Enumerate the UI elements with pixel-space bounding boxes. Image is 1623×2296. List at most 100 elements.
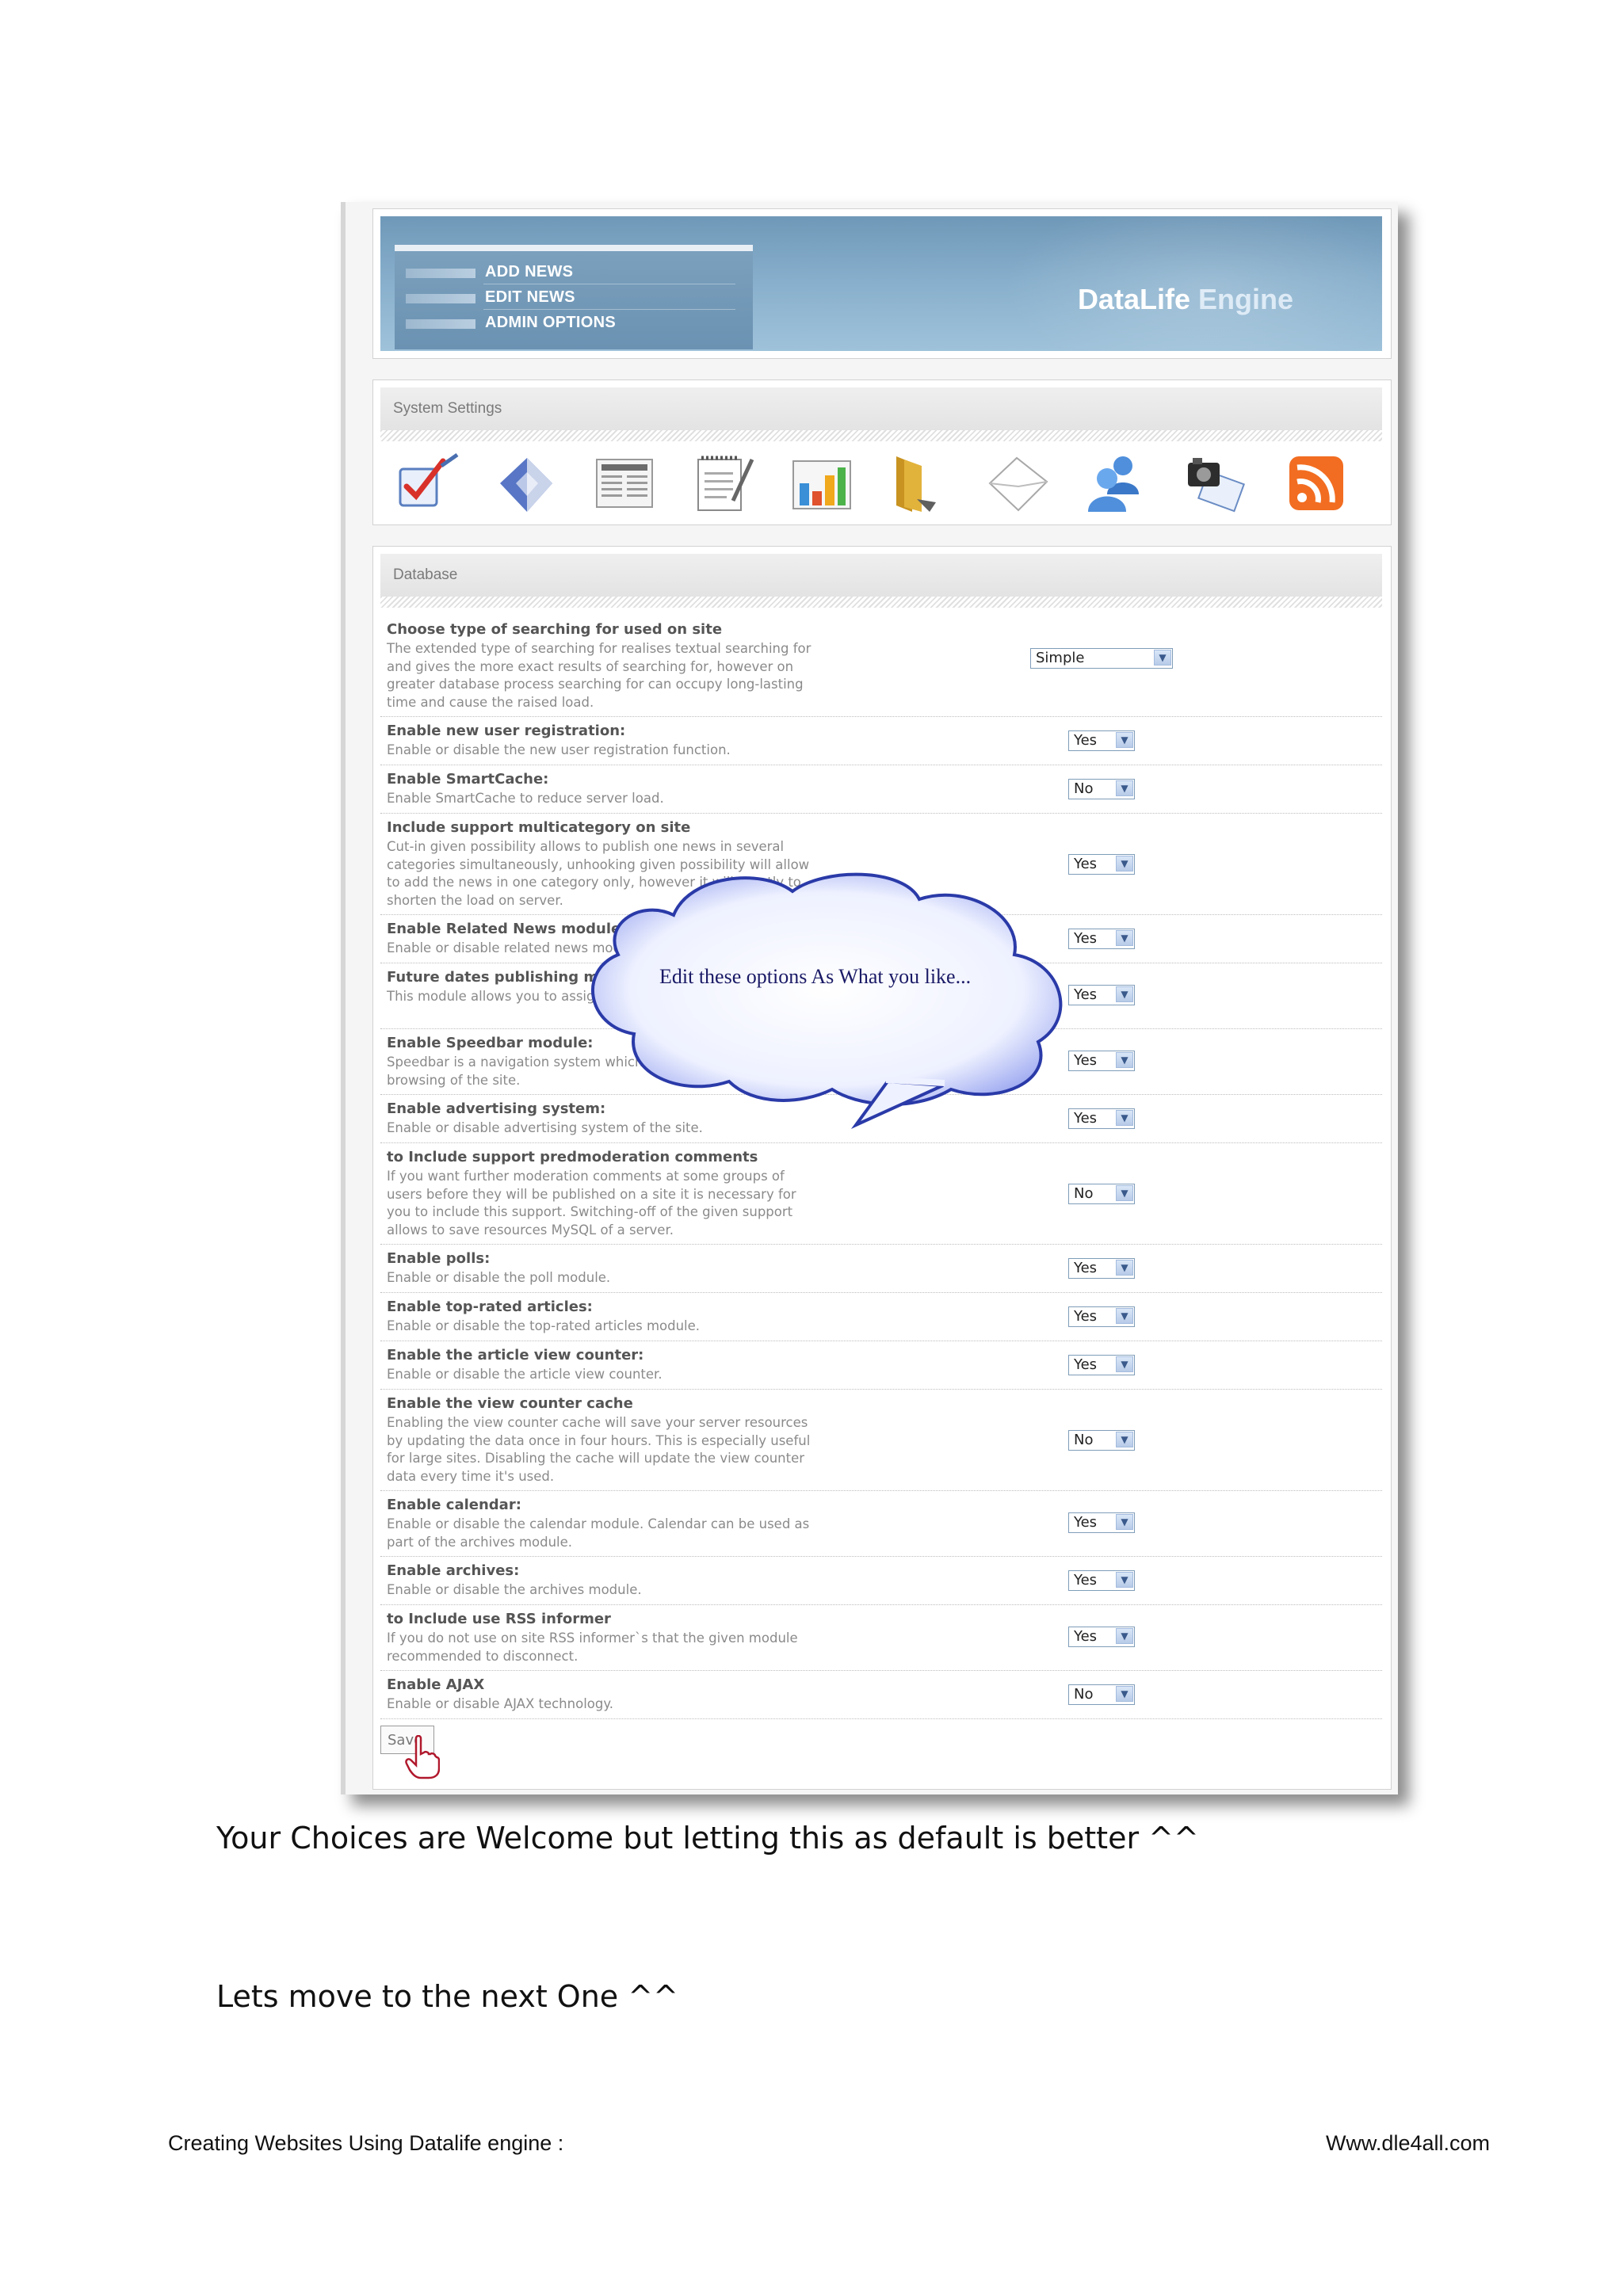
- setting-description: Enable SmartCache to reduce server load.: [387, 791, 664, 806]
- chevron-down-icon[interactable]: ▼: [1116, 1514, 1133, 1530]
- setting-description: Enable or disable the new user registrat…: [387, 742, 731, 757]
- envelope-icon[interactable]: [983, 452, 1052, 515]
- database-panel: Database Choose type of searching for us…: [372, 546, 1392, 1790]
- setting-title: Enable polls:: [387, 1250, 491, 1267]
- nav-label: EDIT NEWS: [485, 288, 575, 306]
- calendar-select[interactable]: Yes ▼: [1068, 1512, 1135, 1533]
- database-header: Database: [380, 554, 1382, 597]
- document-line-1: Your Choices are Welcome but letting thi…: [216, 1821, 1199, 1855]
- setting-title: Enable the view counter cache: [387, 1395, 633, 1412]
- chevron-down-icon[interactable]: ▼: [1116, 1686, 1133, 1702]
- smartcache-select[interactable]: No ▼: [1068, 779, 1135, 799]
- top-rated-select[interactable]: Yes ▼: [1068, 1306, 1135, 1327]
- bar-chart-icon[interactable]: [787, 452, 855, 515]
- brand-logo: DataLife Engine: [1078, 283, 1293, 316]
- setting-description: Enable or disable the article view count…: [387, 1367, 663, 1382]
- ajax-select[interactable]: No ▼: [1068, 1684, 1135, 1705]
- chevron-down-icon[interactable]: ▼: [1116, 1628, 1133, 1644]
- select-value: Yes: [1074, 1356, 1098, 1373]
- system-settings-panel: System Settings: [372, 379, 1392, 525]
- rss-informer-select[interactable]: Yes ▼: [1068, 1627, 1135, 1647]
- chevron-down-icon[interactable]: ▼: [1116, 1308, 1133, 1324]
- setting-row: Enable calendar: Enable or disable the c…: [380, 1492, 1382, 1557]
- setting-description: Enabling the view counter cache will sav…: [387, 1415, 811, 1484]
- setting-title: Enable the article view counter:: [387, 1347, 644, 1363]
- select-value: Yes: [1074, 1514, 1098, 1531]
- brand-part1: DataLife: [1077, 283, 1190, 315]
- newspaper-icon[interactable]: [590, 452, 659, 515]
- setting-row: Enable AJAX Enable or disable AJAX techn…: [380, 1672, 1382, 1719]
- chevron-down-icon[interactable]: ▼: [1116, 1185, 1133, 1201]
- speech-cloud: [590, 872, 1063, 1129]
- chevron-down-icon[interactable]: ▼: [1116, 732, 1133, 748]
- archives-select[interactable]: Yes ▼: [1068, 1570, 1135, 1591]
- setting-description: If you do not use on site RSS informer`s…: [387, 1630, 798, 1664]
- user-registration-select[interactable]: Yes ▼: [1068, 730, 1135, 751]
- select-value: Yes: [1074, 1572, 1098, 1589]
- select-value: Simple: [1036, 650, 1085, 666]
- polls-select[interactable]: Yes ▼: [1068, 1258, 1135, 1279]
- setting-title: Enable calendar:: [387, 1497, 521, 1513]
- view-counter-cache-select[interactable]: No ▼: [1068, 1430, 1135, 1451]
- chevron-down-icon[interactable]: ▼: [1116, 1356, 1133, 1372]
- callout-text: Edit these options As What you like...: [659, 965, 972, 988]
- camera-icon[interactable]: [1180, 452, 1248, 515]
- setting-title: Enable Speedbar module:: [387, 1035, 594, 1051]
- setting-description: Enable or disable the calendar module. C…: [387, 1516, 810, 1550]
- chevron-down-icon[interactable]: ▼: [1116, 1260, 1133, 1276]
- hand-cursor-icon: [405, 1735, 440, 1779]
- chevron-down-icon[interactable]: ▼: [1154, 650, 1171, 666]
- hatch-divider: [380, 430, 1382, 441]
- brand-part2: Engine: [1197, 283, 1293, 315]
- chevron-down-icon[interactable]: ▼: [1116, 856, 1133, 871]
- setting-title: Choose type of searching for used on sit…: [387, 621, 723, 638]
- nav-add-news[interactable]: ADD NEWS: [395, 261, 743, 284]
- setting-title: Enable new user registration:: [387, 723, 626, 739]
- setting-row: Enable top-rated articles: Enable or dis…: [380, 1294, 1382, 1341]
- setting-row: Choose type of searching for used on sit…: [380, 616, 1382, 717]
- view-counter-select[interactable]: Yes ▼: [1068, 1355, 1135, 1375]
- select-value: No: [1074, 1686, 1094, 1703]
- header-panel: ADD NEWS EDIT NEWS ADMIN OPTIONS DataLif…: [372, 208, 1392, 359]
- setting-row: Enable polls: Enable or disable the poll…: [380, 1245, 1382, 1293]
- premoderation-select[interactable]: No ▼: [1068, 1184, 1135, 1204]
- chevron-down-icon[interactable]: ▼: [1116, 1432, 1133, 1447]
- chevron-down-icon[interactable]: ▼: [1116, 986, 1133, 1002]
- setting-description: Enable or disable AJAX technology.: [387, 1696, 614, 1711]
- document-line-2: Lets move to the next One ^^: [216, 1979, 678, 2014]
- shield-icon[interactable]: [492, 452, 560, 515]
- select-value: No: [1074, 1185, 1094, 1202]
- setting-description: Enable or disable the archives module.: [387, 1582, 642, 1597]
- chevron-down-icon[interactable]: ▼: [1116, 1052, 1133, 1068]
- setting-title: Enable archives:: [387, 1562, 520, 1579]
- nav-bar-decoration: [406, 319, 475, 329]
- notepad-icon[interactable]: [689, 452, 757, 515]
- folder-icon[interactable]: [885, 452, 953, 515]
- setting-title: Enable top-rated articles:: [387, 1299, 593, 1315]
- setting-description: Enable or disable the top-rated articles…: [387, 1318, 701, 1333]
- rss-icon[interactable]: [1278, 452, 1346, 515]
- select-value: Yes: [1074, 732, 1098, 749]
- users-icon[interactable]: [1082, 452, 1150, 515]
- select-value: Yes: [1074, 1308, 1098, 1325]
- setting-row: Enable the view counter cache Enabling t…: [380, 1390, 1382, 1491]
- nav-edit-news[interactable]: EDIT NEWS: [395, 286, 743, 310]
- select-value: No: [1074, 780, 1094, 797]
- nav-bar-decoration: [406, 269, 475, 278]
- select-value: No: [1074, 1432, 1094, 1448]
- setting-row: Enable new user registration: Enable or …: [380, 718, 1382, 765]
- setting-row: Enable SmartCache: Enable SmartCache to …: [380, 766, 1382, 814]
- search-type-select[interactable]: Simple ▼: [1030, 648, 1173, 669]
- setting-title: to Include support predmoderation commen…: [387, 1149, 758, 1165]
- chevron-down-icon[interactable]: ▼: [1116, 1110, 1133, 1126]
- setting-title: to Include use RSS informer: [387, 1611, 611, 1627]
- system-settings-header: System Settings: [380, 387, 1382, 431]
- chevron-down-icon[interactable]: ▼: [1116, 1572, 1133, 1588]
- panel-title: Database: [393, 566, 458, 583]
- chevron-down-icon[interactable]: ▼: [1116, 930, 1133, 946]
- nav-admin-options[interactable]: ADMIN OPTIONS: [395, 311, 743, 335]
- setting-description: Enable or disable the poll module.: [387, 1270, 611, 1285]
- checklist-icon[interactable]: [394, 452, 462, 515]
- chevron-down-icon[interactable]: ▼: [1116, 780, 1133, 796]
- setting-row: Enable the article view counter: Enable …: [380, 1342, 1382, 1390]
